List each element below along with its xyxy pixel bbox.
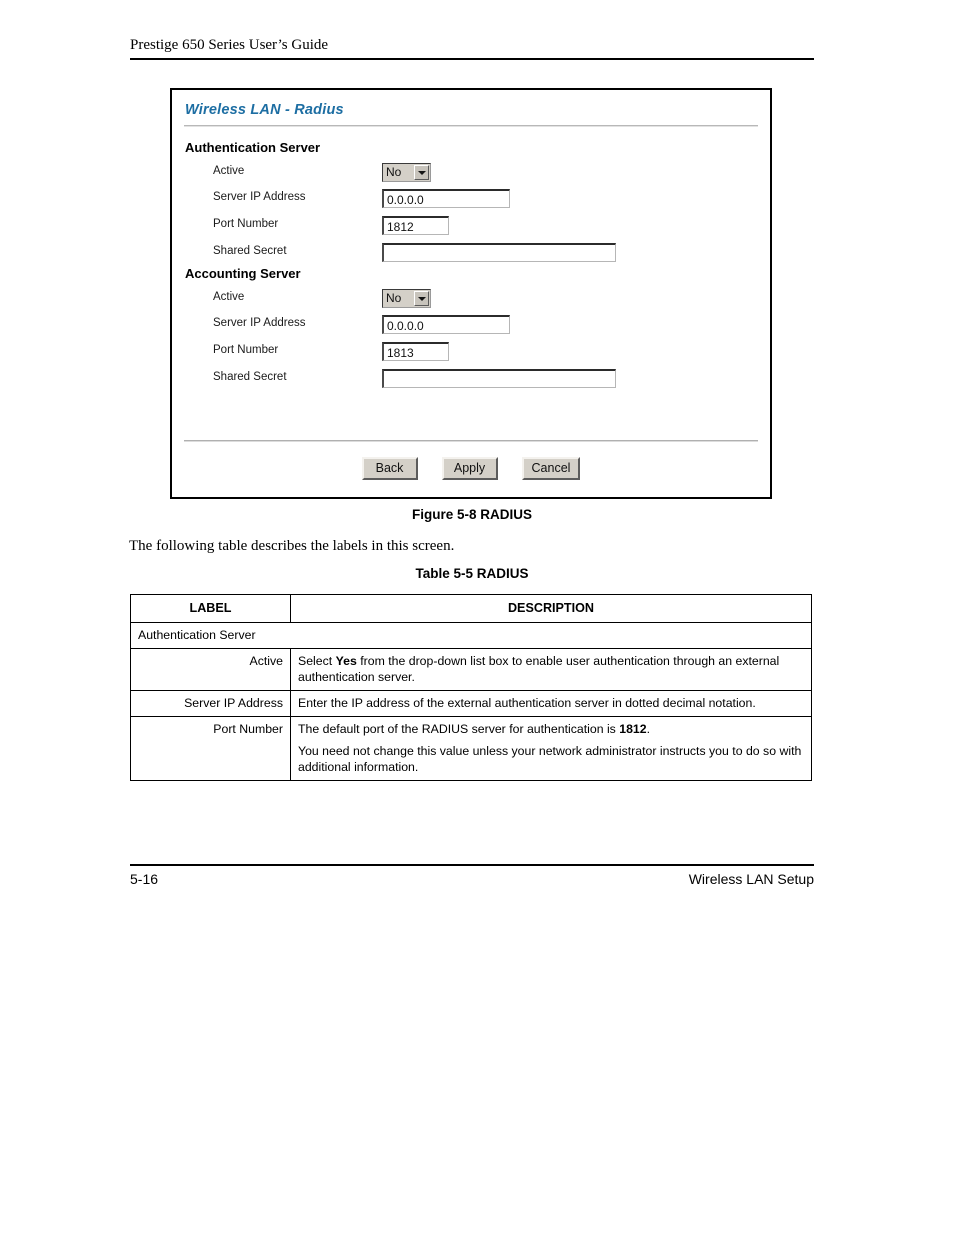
table-cell-description: The default port of the RADIUS server fo… — [290, 716, 812, 781]
table-header-label: LABEL — [130, 594, 291, 623]
cancel-button[interactable]: Cancel — [521, 457, 581, 480]
table-body: Authentication Server Active Select Yes fr… — [130, 622, 812, 781]
page-footer: 5-16 Wireless LAN Setup — [130, 864, 814, 887]
field-label-acct-port: Port Number — [213, 344, 279, 356]
description-paragraph: Select Yes from the drop-down list box t… — [298, 654, 780, 684]
table-caption: Table 5-5 RADIUS — [415, 566, 529, 581]
field-label-acct-shared-secret: Shared Secret — [213, 371, 287, 383]
radius-label-description-table: LABEL DESCRIPTION Authentication Server A… — [130, 594, 812, 781]
field-label-acct-active: Active — [213, 291, 245, 303]
field-label-auth-port: Port Number — [213, 218, 279, 230]
auth-port-number-input[interactable]: 1812 — [382, 216, 449, 235]
field-row-auth-active: Active No — [185, 163, 755, 185]
chevron-down-icon[interactable] — [414, 165, 429, 180]
field-label-acct-server-ip: Server IP Address — [213, 317, 306, 329]
group-heading-authentication-server: Authentication Server — [185, 140, 321, 155]
emphasis-text: 1812 — [619, 722, 647, 736]
page-header-rule — [130, 58, 814, 60]
acct-server-ip-input[interactable]: 0.0.0.0 — [382, 315, 510, 334]
table-row: Server IP Address Enter the IP address of… — [130, 690, 812, 717]
field-row-acct-server-ip: Server IP Address 0.0.0.0 — [185, 315, 755, 337]
auth-active-value: No — [386, 165, 402, 179]
table-row: Active Select Yes from the drop-down list… — [130, 648, 812, 691]
table-cell-label: Server IP Address — [130, 690, 291, 717]
table-header-row: LABEL DESCRIPTION — [130, 594, 812, 623]
footer-section-title: Wireless LAN Setup — [688, 871, 814, 887]
field-row-auth-port: Port Number 1812 — [185, 216, 755, 238]
table-cell-label: Port Number — [130, 716, 291, 781]
field-row-acct-active: Active No — [185, 289, 755, 311]
page-header: Prestige 650 Series User’s Guide — [130, 36, 814, 60]
description-paragraph: The default port of the RADIUS server fo… — [298, 722, 651, 736]
page-footer-rule — [130, 864, 814, 866]
group-heading-accounting-server: Accounting Server — [185, 266, 301, 281]
field-row-auth-shared-secret: Shared Secret — [185, 243, 755, 265]
auth-shared-secret-input[interactable] — [382, 243, 616, 262]
acct-shared-secret-input[interactable] — [382, 369, 616, 388]
field-label-auth-server-ip: Server IP Address — [213, 191, 306, 203]
emphasis-text: Yes — [335, 654, 357, 668]
field-row-acct-port: Port Number 1813 — [185, 342, 755, 364]
auth-active-select[interactable]: No — [382, 163, 431, 182]
acct-active-value: No — [386, 291, 402, 305]
field-row-auth-server-ip: Server IP Address 0.0.0.0 — [185, 189, 755, 211]
field-label-auth-active: Active — [213, 165, 245, 177]
description-paragraph: You need not change this value unless yo… — [298, 744, 802, 774]
auth-server-ip-input[interactable]: 0.0.0.0 — [382, 189, 510, 208]
table-row: Port Number The default port of the RADIU… — [130, 716, 812, 781]
screen-title: Wireless LAN - Radius — [185, 102, 344, 118]
acct-port-number-input[interactable]: 1813 — [382, 342, 449, 361]
chevron-down-icon[interactable] — [414, 291, 429, 306]
field-label-auth-shared-secret: Shared Secret — [213, 245, 287, 257]
table-section-label: Authentication Server — [130, 622, 812, 649]
table-row: Authentication Server — [130, 622, 812, 649]
acct-active-select[interactable]: No — [382, 289, 431, 308]
figure-caption: Figure 5-8 RADIUS — [411, 507, 533, 522]
page-number: 5-16 — [130, 871, 159, 887]
radius-config-screenshot: Wireless LAN - Radius Authentication Ser… — [170, 88, 772, 499]
radius-config-body: Wireless LAN - Radius Authentication Ser… — [172, 90, 770, 497]
table-header-description: DESCRIPTION — [290, 594, 812, 623]
field-row-acct-shared-secret: Shared Secret — [185, 369, 755, 391]
intro-paragraph: The following table describes the labels… — [129, 538, 455, 554]
footer-divider — [184, 440, 758, 442]
apply-button[interactable]: Apply — [441, 457, 498, 480]
table-cell-description: Enter the IP address of the external aut… — [290, 690, 812, 717]
back-button[interactable]: Back — [361, 457, 418, 480]
description-paragraph: Enter the IP address of the external aut… — [298, 696, 756, 710]
table-cell-description: Select Yes from the drop-down list box t… — [290, 648, 812, 691]
title-divider — [184, 125, 758, 127]
table-cell-label: Active — [130, 648, 291, 691]
button-row: Back Apply Cancel — [172, 457, 770, 480]
page-header-title: Prestige 650 Series User’s Guide — [130, 37, 329, 53]
